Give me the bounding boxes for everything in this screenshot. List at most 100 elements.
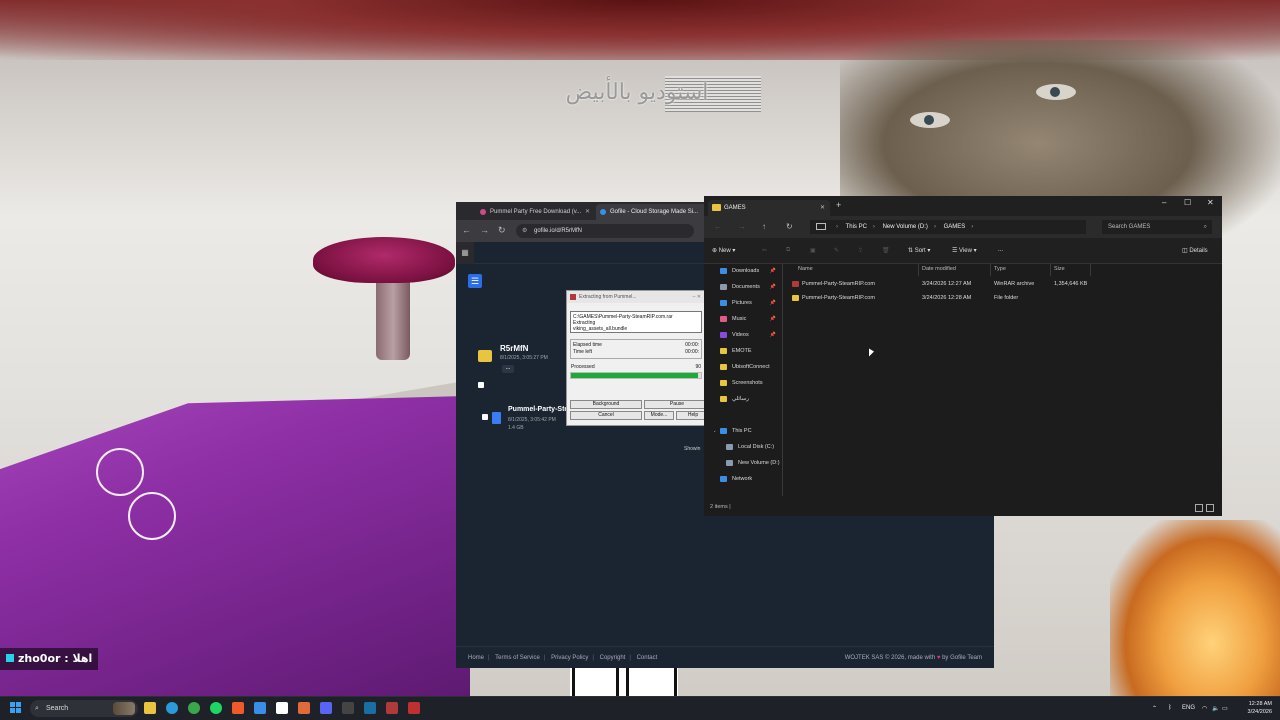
footer-link-terms[interactable]: Terms of Service [495, 655, 540, 661]
breadcrumb-this-pc[interactable]: This PC [846, 224, 867, 230]
spotify-icon[interactable] [210, 702, 222, 714]
details-view-icon[interactable] [1195, 504, 1203, 512]
footer-link-privacy[interactable]: Privacy Policy [551, 655, 588, 661]
up-icon[interactable]: ↑ [762, 222, 766, 231]
tree-item[interactable]: ›Local Disk (C:) [714, 440, 780, 454]
chat-message: zho0or : اهلا [18, 652, 93, 665]
sidebar-item[interactable]: Music 📌 [714, 312, 780, 326]
new-button[interactable]: ⊕ New ▾ [712, 247, 735, 254]
tree-item[interactable]: ›Network [714, 472, 780, 486]
url-bar[interactable]: ⚙ gofile.io/d/R5rMfN [516, 224, 694, 238]
ring-outline [96, 448, 144, 496]
back-icon[interactable]: ← [462, 225, 471, 235]
window-controls[interactable]: – ✕ [693, 291, 701, 303]
column-size[interactable]: Size [1054, 266, 1065, 272]
background-button[interactable]: Background [570, 400, 642, 409]
grid-icon[interactable]: ▦ [456, 242, 474, 264]
copy-icon[interactable]: ⧉ [786, 247, 790, 254]
pane-divider[interactable] [782, 264, 783, 496]
close-icon[interactable]: ✕ [820, 200, 825, 216]
battery-icon[interactable]: ▭ [1222, 705, 1228, 712]
forward-icon[interactable]: → [738, 222, 746, 231]
pause-button[interactable]: Pause [644, 400, 705, 409]
minimize-icon[interactable]: – [1162, 198, 1166, 207]
search-input[interactable]: Search GAMES ⌕ [1102, 220, 1212, 234]
breadcrumb-volume[interactable]: New Volume (D:) [883, 224, 928, 230]
mode-button[interactable]: Mode... [644, 411, 674, 420]
folder-more-button[interactable]: ... [502, 365, 514, 373]
obs-icon[interactable] [408, 702, 420, 714]
volume-icon[interactable]: 🔈 [1212, 705, 1219, 712]
more-options-button[interactable]: ... [998, 247, 1003, 253]
sidebar-item[interactable]: رسائلي [714, 392, 780, 406]
sidebar-item[interactable]: Screenshots [714, 376, 780, 390]
start-button[interactable] [10, 702, 22, 714]
site-info-icon[interactable]: ⚙ [522, 224, 527, 238]
clock[interactable]: 12:28 AM 3/24/2026 [1248, 700, 1272, 716]
store-icon[interactable] [254, 702, 266, 714]
browser-tab-active[interactable]: Gofile - Cloud Storage Made Si... [596, 204, 714, 220]
file-row[interactable]: Pummel-Party-SteamRIP.com 3/24/2026 12:28… [790, 292, 1100, 304]
maximize-icon[interactable]: ☐ [1184, 198, 1191, 207]
terminal-icon[interactable] [342, 702, 354, 714]
forward-icon[interactable]: → [480, 225, 489, 235]
paste-icon[interactable]: ▣ [810, 247, 816, 254]
capcut-icon[interactable] [276, 702, 288, 714]
brave-icon[interactable] [232, 702, 244, 714]
sidebar-item[interactable]: Videos 📌 [714, 328, 780, 342]
file-explorer-icon[interactable] [144, 702, 156, 714]
new-tab-icon[interactable]: + [836, 200, 841, 210]
lang-indicator[interactable]: ENG [1182, 705, 1195, 711]
help-button[interactable]: Help [676, 411, 705, 420]
sidebar-item[interactable]: Documents 📌 [714, 280, 780, 294]
footer-link-home[interactable]: Home [468, 655, 484, 661]
tree-item[interactable]: ⌄ This PC [714, 424, 780, 438]
refresh-icon[interactable]: ↻ [786, 222, 793, 231]
sidebar-item[interactable]: EMOTE [714, 344, 780, 358]
folder-icon [720, 380, 727, 386]
explorer-tab[interactable]: GAMES ✕ [708, 200, 830, 216]
edge-icon[interactable] [166, 702, 178, 714]
cancel-button[interactable]: Cancel [570, 411, 642, 420]
tree-item-label: Local Disk (C:) [738, 444, 775, 450]
browser-tab[interactable]: Pummel Party Free Download (v... ✕ [476, 204, 594, 220]
discord-icon[interactable] [320, 702, 332, 714]
chevron-icon[interactable]: ⌄ [714, 424, 717, 438]
tiles-view-icon[interactable] [1206, 504, 1214, 512]
taskbar-search[interactable]: ⌕ Search [30, 700, 138, 717]
bluetooth-icon[interactable]: ᛒ [1168, 705, 1172, 711]
select-all-checkbox[interactable] [478, 382, 484, 388]
reload-icon[interactable]: ↻ [498, 225, 506, 236]
sidebar-item[interactable]: UbisoftConnect [714, 360, 780, 374]
breadcrumb-games[interactable]: GAMES [944, 224, 966, 230]
share-icon[interactable]: ⇪ [858, 247, 863, 254]
breadcrumb[interactable]: › This PC › New Volume (D:) › GAMES › [810, 220, 1086, 234]
view-button[interactable]: ☰ View ▾ [952, 247, 977, 254]
winrar-icon[interactable] [386, 702, 398, 714]
file-checkbox[interactable] [482, 414, 488, 420]
back-icon[interactable]: ← [714, 222, 722, 231]
pin-icon: 📌 [769, 332, 776, 338]
close-icon[interactable]: ✕ [585, 204, 590, 220]
file-row[interactable]: Pummel-Party-SteamRIP.com 3/24/2026 12:27… [790, 278, 1100, 290]
app-icon[interactable] [298, 702, 310, 714]
wifi-icon[interactable]: ◠ [1202, 705, 1207, 712]
sidebar-item[interactable]: Pictures 📌 [714, 296, 780, 310]
footer-link-copyright[interactable]: Copyright [600, 655, 626, 661]
sidebar-item[interactable]: Downloads 📌 [714, 264, 780, 278]
tree-item[interactable]: ›New Volume (D:) [714, 456, 780, 470]
chrome-icon[interactable] [188, 702, 200, 714]
column-name[interactable]: Name [798, 266, 813, 272]
chevron-up-icon[interactable]: ⌃ [1152, 705, 1157, 712]
column-date[interactable]: Date modified [922, 266, 956, 272]
footer-link-contact[interactable]: Contact [637, 655, 658, 661]
details-button[interactable]: ◫ Details [1182, 247, 1208, 254]
close-window-icon[interactable]: ✕ [1207, 198, 1214, 207]
sort-button[interactable]: ⇅ Sort ▾ [908, 247, 930, 254]
steam-icon[interactable] [364, 702, 376, 714]
column-type[interactable]: Type [994, 266, 1006, 272]
rename-icon[interactable]: ✎ [834, 247, 839, 254]
delete-icon[interactable]: 🗑 [882, 247, 890, 254]
menu-button[interactable]: ☰ [468, 274, 482, 288]
cut-icon[interactable]: ✂ [762, 247, 767, 254]
